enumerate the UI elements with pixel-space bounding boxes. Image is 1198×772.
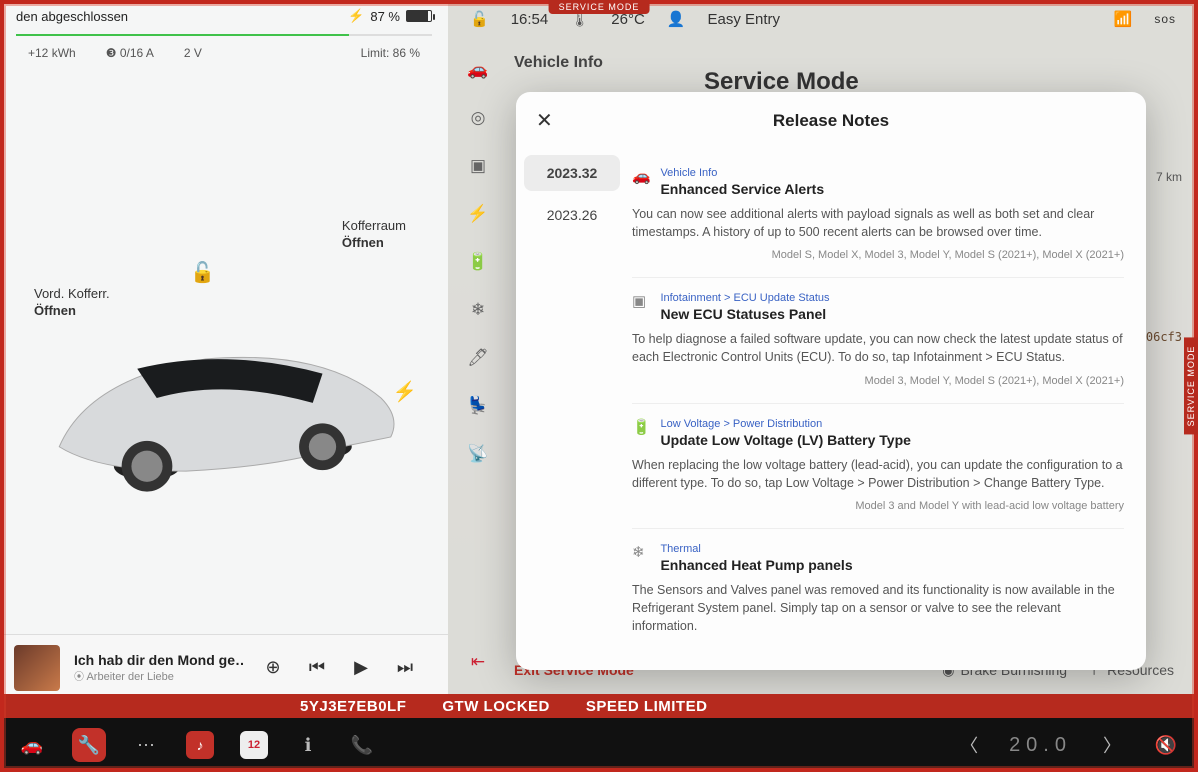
trunk-button[interactable]: Kofferraum Öffnen [342, 218, 406, 252]
dock-music-icon[interactable]: ♪ [186, 731, 214, 759]
note-body: When replacing the low voltage battery (… [632, 456, 1124, 492]
note-title: Update Low Voltage (LV) Battery Type [660, 432, 1122, 448]
profile-icon[interactable]: 👤 [667, 10, 686, 28]
left-panel: den abgeschlossen ⚡ 87 % +12 kWh ❸ 0/16 … [0, 0, 448, 700]
media-play-button[interactable]: ▶ [346, 657, 376, 678]
media-next-button[interactable]: ⏭ [390, 657, 420, 678]
temp-up-button[interactable]: 〉 [1098, 732, 1126, 758]
media-bar: Ich hab dir den Mond ge… ⦿ Arbeiter der … [0, 634, 448, 700]
note-battery-icon: 🔋 [632, 418, 656, 436]
notes-scroll[interactable]: 🚗 Vehicle Info Enhanced Service Alerts Y… [628, 149, 1146, 670]
note-crumb: Low Voltage > Power Distribution [660, 418, 1122, 430]
media-add-button[interactable]: ⊕ [258, 657, 288, 678]
note-models: Model 3 and Model Y with lead-acid low v… [632, 500, 1124, 512]
note-thermal-icon: ❄ [632, 543, 656, 561]
unlock-icon[interactable]: 🔓 [190, 260, 215, 285]
rail-satellite-icon[interactable]: 📡 [467, 444, 488, 464]
battery-percent: 87 % [370, 9, 400, 24]
album-art[interactable] [14, 645, 60, 691]
service-mode-side-tag: SERVICE MODE [1184, 338, 1198, 435]
header-lock-icon[interactable]: 🔓 [470, 10, 489, 28]
note-chip-icon: ▣ [632, 292, 656, 310]
bottom-dock: 🚗 🔧 ⋯ ♪ 12 ℹ 📞 〈 20.0 〉 🔇 [0, 718, 1198, 772]
dock-car-icon[interactable]: 🚗 [18, 735, 46, 756]
vin-strip: 5YJ3E7EB0LF GTW LOCKED SPEED LIMITED [0, 694, 1198, 718]
frunk-label: Vord. Kofferr. [34, 286, 110, 301]
charge-stats: +12 kWh ❸ 0/16 A 2 V Limit: 86 % [0, 36, 448, 70]
note-models: Model 3, Model Y, Model S (2021+), Model… [632, 375, 1124, 387]
charge-volts: 2 V [184, 46, 202, 60]
track-artist: ⦿ Arbeiter der Liebe [74, 668, 244, 683]
rail-wrench-icon[interactable]: 🖊 [467, 348, 489, 368]
speed-limited-text: SPEED LIMITED [586, 698, 708, 715]
version-list: 2023.32 2023.26 [516, 149, 628, 670]
charge-kwh: +12 kWh [28, 46, 76, 60]
note-item: ▣ Infotainment > ECU Update Status New E… [632, 278, 1124, 403]
rail-vehicle-icon[interactable]: 🚗 [467, 60, 488, 80]
rail-bolt-icon[interactable]: ⚡ [467, 204, 488, 224]
note-car-icon: 🚗 [632, 167, 656, 185]
charge-amps: ❸ 0/16 A [106, 46, 154, 60]
dock-mute-icon[interactable]: 🔇 [1152, 735, 1180, 756]
modal-title: Release Notes [536, 111, 1126, 131]
rail-steering-icon[interactable]: ◎ [471, 108, 486, 128]
note-title: New ECU Statuses Panel [660, 306, 1122, 322]
note-crumb: Vehicle Info [660, 167, 1122, 179]
charge-bolt-icon: ⚡ [348, 8, 364, 24]
dock-calendar-icon[interactable]: 12 [240, 731, 268, 759]
dock-more-icon[interactable]: ⋯ [132, 735, 160, 756]
note-item: 🔋 Low Voltage > Power Distribution Updat… [632, 404, 1124, 529]
dock-manual-icon[interactable]: ℹ [294, 735, 322, 756]
rail-chip-icon[interactable]: ▣ [470, 156, 486, 176]
trunk-label: Kofferraum [342, 218, 406, 233]
header-time: 16:54 [511, 11, 549, 28]
media-prev-button[interactable]: ⏮ [302, 657, 332, 678]
note-item: 🚗 Vehicle Info Enhanced Service Alerts Y… [632, 153, 1124, 278]
service-mode-tag: SERVICE MODE [549, 0, 650, 14]
trunk-action: Öffnen [342, 235, 406, 252]
sos-button[interactable]: sos [1154, 12, 1176, 26]
hash-peek: 06cf3 [1146, 330, 1182, 344]
rail-snowflake-icon[interactable]: ❄ [471, 300, 485, 320]
temp-down-button[interactable]: 〈 [955, 732, 983, 758]
rail-seat-icon[interactable]: 💺 [467, 396, 488, 416]
track-title: Ich hab dir den Mond ge… [74, 652, 244, 668]
frunk-button[interactable]: Vord. Kofferr. Öffnen [34, 286, 110, 320]
note-crumb: Infotainment > ECU Update Status [660, 292, 1122, 304]
dock-phone-icon[interactable]: 📞 [348, 735, 376, 756]
vin-text: 5YJ3E7EB0LF [300, 698, 406, 715]
version-item-0[interactable]: 2023.32 [524, 155, 620, 191]
svg-text:⚡: ⚡ [393, 380, 417, 403]
gtw-locked-text: GTW LOCKED [442, 698, 550, 715]
note-models: Model S, Model X, Model 3, Model Y, Mode… [632, 249, 1124, 261]
wifi-icon[interactable]: 📶 [1114, 10, 1133, 28]
lock-status-text: den abgeschlossen [16, 9, 128, 24]
odometer-peek: 7 km [1156, 170, 1182, 184]
note-body: To help diagnose a failed software updat… [632, 330, 1124, 366]
charge-limit[interactable]: Limit: 86 % [361, 46, 420, 60]
note-item: ❄ Thermal Enhanced Heat Pump panels The … [632, 529, 1124, 651]
service-icon-rail: 🚗 ◎ ▣ ⚡ 🔋 ❄ 🖊 💺 📡 ⇤ [448, 38, 508, 692]
frunk-action: Öffnen [34, 303, 110, 320]
version-item-1[interactable]: 2023.26 [524, 197, 620, 233]
battery-icon [406, 10, 432, 22]
dock-service-icon[interactable]: 🔧 [72, 728, 106, 762]
note-title: Enhanced Service Alerts [660, 181, 1122, 197]
note-body: The Sensors and Valves panel was removed… [632, 581, 1124, 635]
note-crumb: Thermal [660, 543, 1122, 555]
note-title: Enhanced Heat Pump panels [660, 557, 1122, 573]
note-body: You can now see additional alerts with p… [632, 205, 1124, 241]
car-render: ⚡ [30, 320, 420, 496]
profile-name[interactable]: Easy Entry [707, 11, 780, 28]
rail-battery-icon[interactable]: 🔋 [467, 252, 488, 272]
release-notes-modal: ✕ Release Notes 2023.32 2023.26 🚗 Vehicl… [516, 92, 1146, 670]
dock-temp[interactable]: 20.0 [1009, 734, 1072, 757]
rail-exit-icon[interactable]: ⇤ [471, 652, 485, 672]
